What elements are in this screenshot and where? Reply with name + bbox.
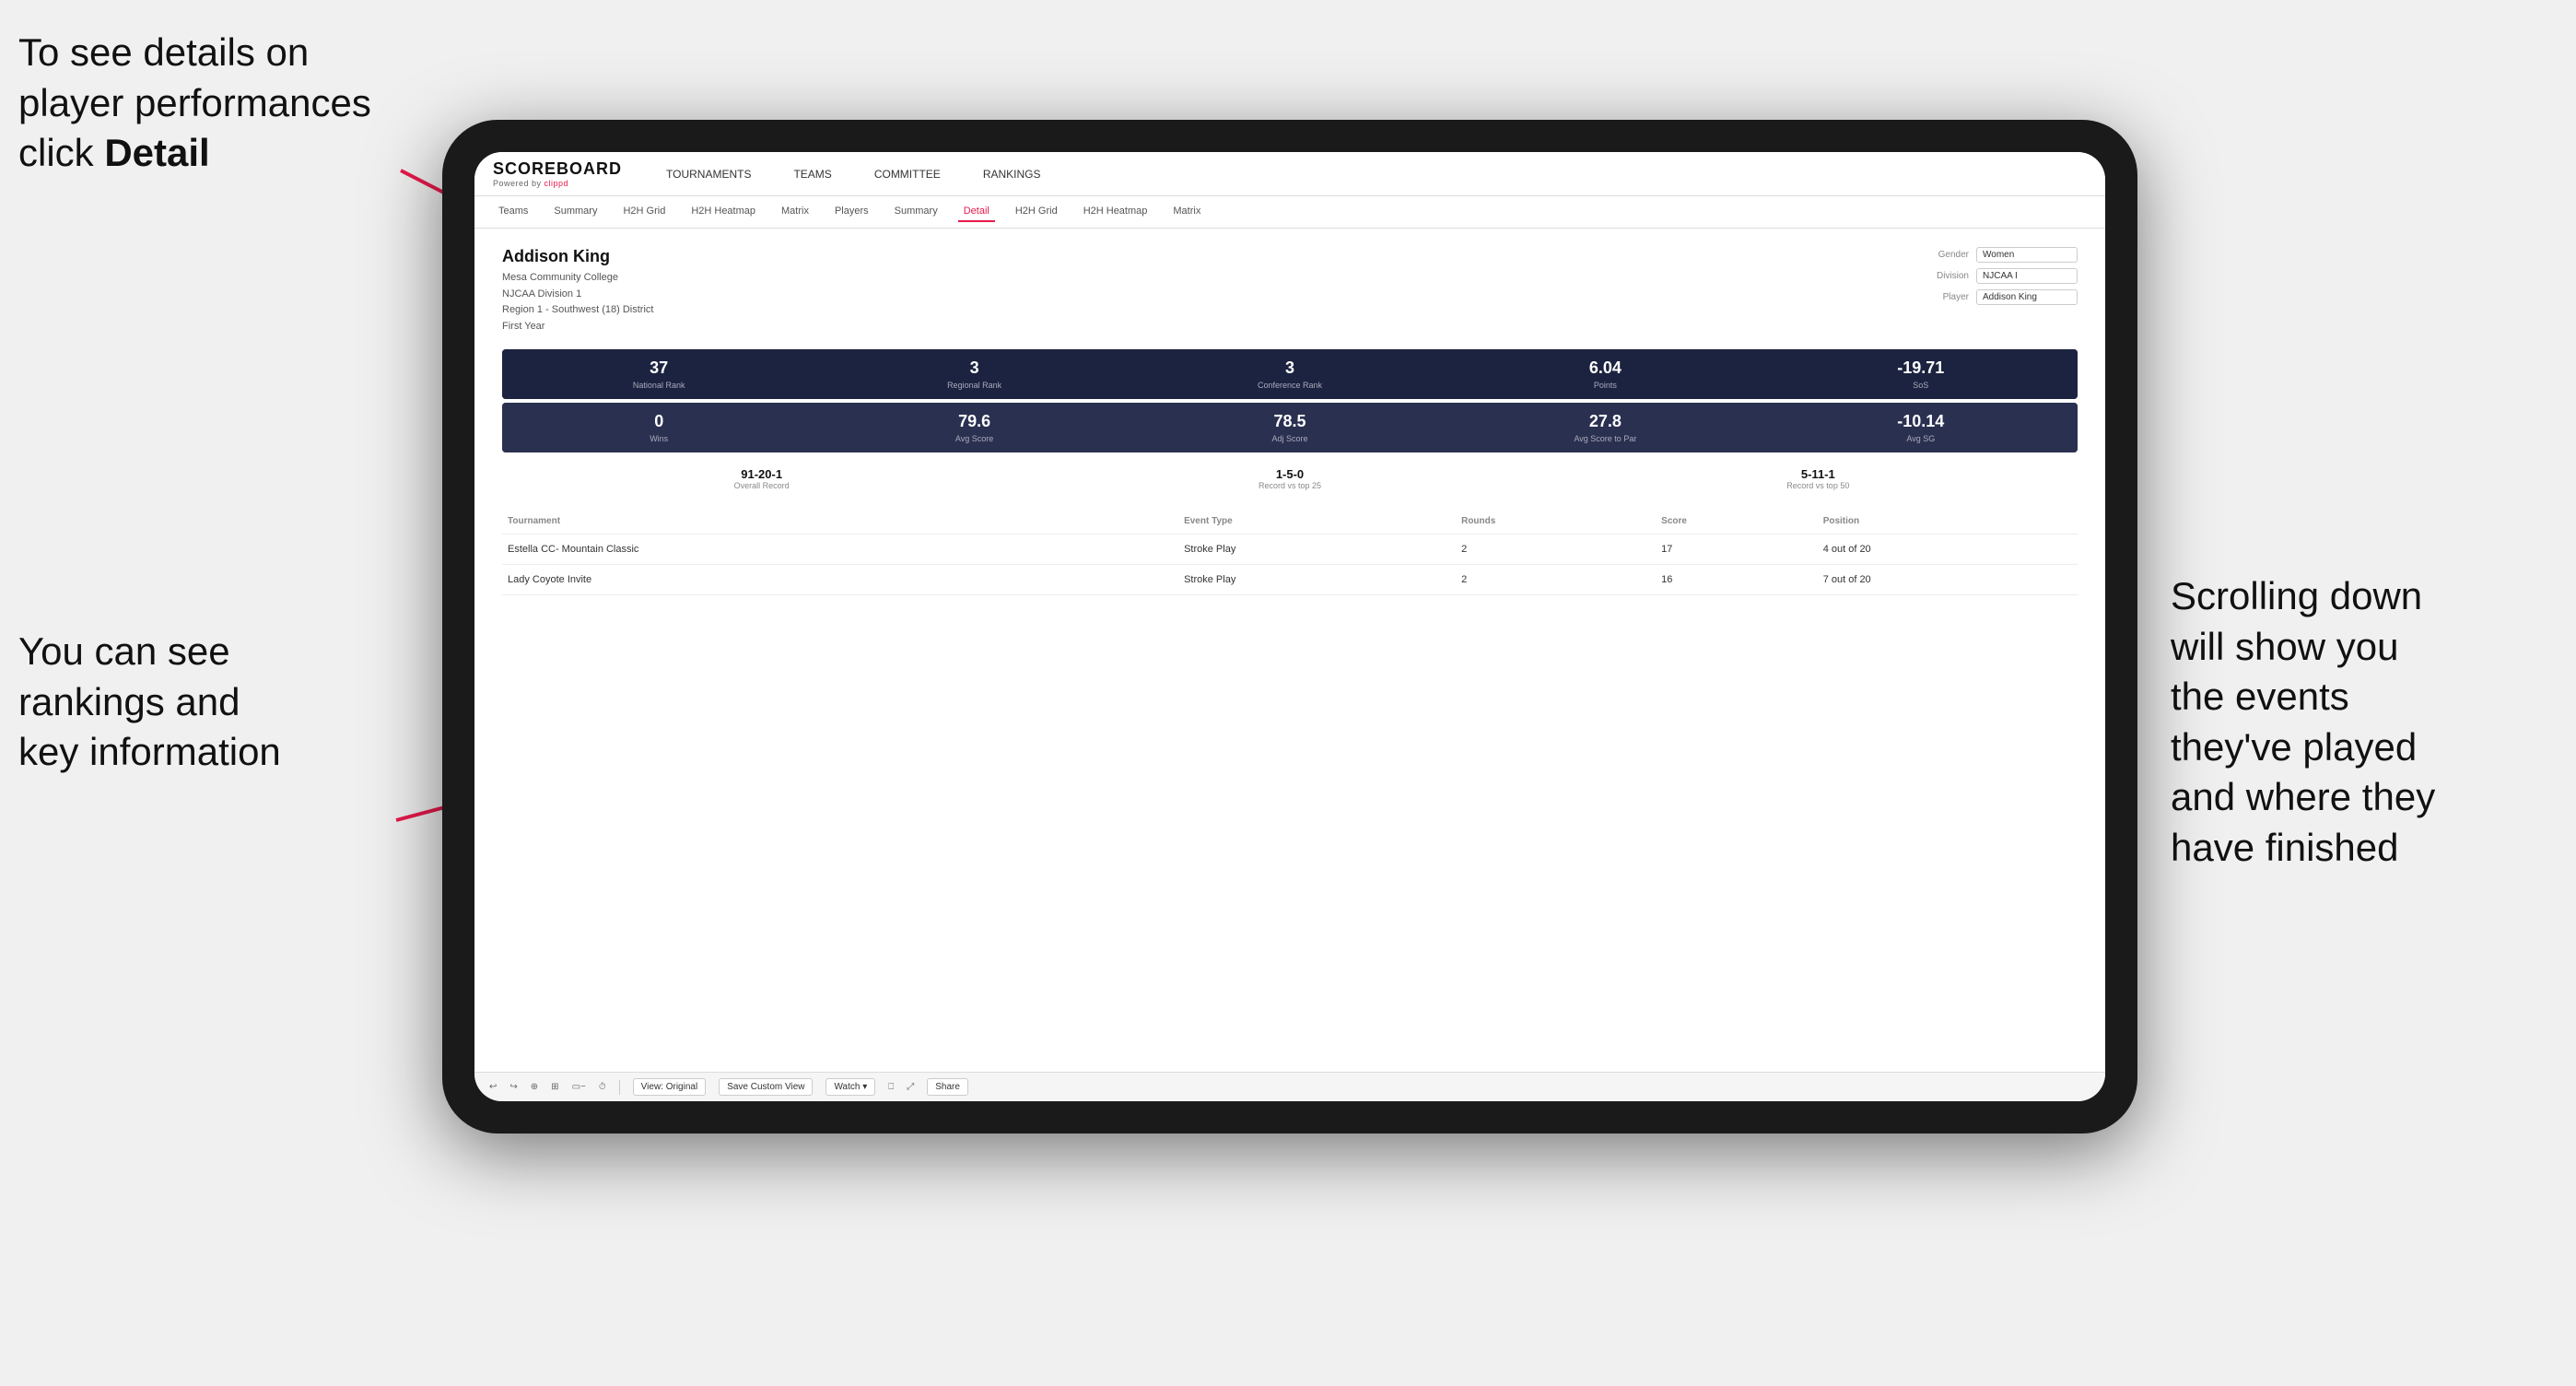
toolbar-icon-4[interactable]: ⏱ bbox=[599, 1082, 606, 1092]
nav-rankings[interactable]: RANKINGS bbox=[976, 164, 1048, 184]
subnav-h2h-grid[interactable]: H2H Grid bbox=[617, 202, 671, 222]
division-select[interactable]: NJCAA I bbox=[1976, 268, 2078, 284]
nav-committee[interactable]: COMMITTEE bbox=[867, 164, 948, 184]
nav-tournaments[interactable]: TOURNAMENTS bbox=[659, 164, 758, 184]
player-select[interactable]: Addison King bbox=[1976, 289, 2078, 305]
col-spacer bbox=[1130, 509, 1178, 534]
tournament-table: Tournament Event Type Rounds Score Posit… bbox=[502, 509, 2078, 595]
save-custom-view-button[interactable]: Save Custom View bbox=[719, 1078, 813, 1096]
col-rounds: Rounds bbox=[1456, 509, 1656, 534]
subnav-players[interactable]: Players bbox=[829, 202, 874, 222]
player-region: Region 1 - Southwest (18) District bbox=[502, 302, 653, 319]
record-top25: 1-5-0 Record vs top 25 bbox=[1030, 467, 1549, 490]
watch-button[interactable]: Watch ▾ bbox=[825, 1078, 875, 1096]
annotation-top-left: To see details on player performances cl… bbox=[18, 28, 405, 179]
stat-avg-score-par: 27.8 Avg Score to Par bbox=[1448, 403, 1762, 452]
col-position: Position bbox=[1818, 509, 2078, 534]
view-original-button[interactable]: View: Original bbox=[633, 1078, 707, 1096]
toolbar-icon-3[interactable]: ▭− bbox=[572, 1082, 586, 1092]
toolbar-expand-icon[interactable]: ⤢ bbox=[907, 1082, 914, 1092]
app-header: SCOREBOARD Powered by clippd TOURNAMENTS… bbox=[474, 152, 2105, 196]
nav-teams[interactable]: TEAMS bbox=[786, 164, 838, 184]
stat-avg-score: 79.6 Avg Score bbox=[817, 403, 1130, 452]
annotation-right: Scrolling down will show you the events … bbox=[2171, 571, 2558, 874]
stats-row-2: 0 Wins 79.6 Avg Score 78.5 Adj Score 27.… bbox=[502, 403, 2078, 452]
gender-label: Gender bbox=[1918, 250, 1969, 260]
stat-avg-sg: -10.14 Avg SG bbox=[1764, 403, 2078, 452]
division-label: Division bbox=[1918, 271, 1969, 281]
subnav-h2h-grid2[interactable]: H2H Grid bbox=[1010, 202, 1063, 222]
player-division: NJCAA Division 1 bbox=[502, 287, 653, 303]
score-2: 16 bbox=[1656, 565, 1818, 595]
col-event-type: Event Type bbox=[1178, 509, 1456, 534]
tournament-name-1: Estella CC- Mountain Classic bbox=[502, 534, 1130, 565]
stat-adj-score: 78.5 Adj Score bbox=[1133, 403, 1446, 452]
position-2: 7 out of 20 bbox=[1818, 565, 2078, 595]
main-content: Addison King Mesa Community College NJCA… bbox=[474, 229, 2105, 1072]
score-1: 17 bbox=[1656, 534, 1818, 565]
record-top50: 5-11-1 Record vs top 50 bbox=[1559, 467, 2078, 490]
toolbar-undo-icon[interactable]: ↩ bbox=[489, 1082, 497, 1092]
stat-regional-rank: 3 Regional Rank bbox=[817, 349, 1130, 399]
event-type-2: Stroke Play bbox=[1178, 565, 1456, 595]
subnav-summary2[interactable]: Summary bbox=[889, 202, 943, 222]
col-score: Score bbox=[1656, 509, 1818, 534]
toolbar-icon-1[interactable]: ⊕ bbox=[531, 1082, 538, 1092]
player-info: Addison King Mesa Community College NJCA… bbox=[502, 247, 653, 335]
stat-sos: -19.71 SoS bbox=[1764, 349, 2078, 399]
subnav-summary[interactable]: Summary bbox=[548, 202, 603, 222]
stat-national-rank: 37 National Rank bbox=[502, 349, 815, 399]
stat-wins: 0 Wins bbox=[502, 403, 815, 452]
gender-control: Gender Women bbox=[1918, 247, 2078, 263]
toolbar-separator bbox=[619, 1080, 620, 1095]
table-row: Estella CC- Mountain Classic Stroke Play… bbox=[502, 534, 2078, 565]
col-tournament: Tournament bbox=[502, 509, 1130, 534]
division-control: Division NJCAA I bbox=[1918, 268, 2078, 284]
logo-subtitle: Powered by clippd bbox=[493, 179, 622, 188]
record-overall: 91-20-1 Overall Record bbox=[502, 467, 1021, 490]
tournament-name-2: Lady Coyote Invite bbox=[502, 565, 1130, 595]
tablet-screen: SCOREBOARD Powered by clippd TOURNAMENTS… bbox=[474, 152, 2105, 1101]
player-college: Mesa Community College bbox=[502, 270, 653, 287]
toolbar-screen-icon[interactable]: ⎕ bbox=[888, 1082, 894, 1092]
position-1: 4 out of 20 bbox=[1818, 534, 2078, 565]
stats-row-1: 37 National Rank 3 Regional Rank 3 Confe… bbox=[502, 349, 2078, 399]
bottom-toolbar: ↩ ↪ ⊕ ⊞ ▭− ⏱ View: Original Save Custom … bbox=[474, 1072, 2105, 1101]
gender-select[interactable]: Women bbox=[1976, 247, 2078, 263]
player-name: Addison King bbox=[502, 247, 653, 266]
subnav-h2h-heatmap2[interactable]: H2H Heatmap bbox=[1078, 202, 1153, 222]
subnav-matrix2[interactable]: Matrix bbox=[1167, 202, 1206, 222]
scoreboard-logo: SCOREBOARD Powered by clippd bbox=[493, 159, 622, 188]
player-year: First Year bbox=[502, 319, 653, 335]
player-controls: Gender Women Division NJCAA I Player bbox=[1918, 247, 2078, 335]
player-label: Player bbox=[1918, 292, 1969, 302]
stat-conference-rank: 3 Conference Rank bbox=[1133, 349, 1446, 399]
rounds-1: 2 bbox=[1456, 534, 1656, 565]
subnav-matrix[interactable]: Matrix bbox=[776, 202, 814, 222]
subnav-detail[interactable]: Detail bbox=[958, 202, 995, 222]
table-row: Lady Coyote Invite Stroke Play 2 16 7 ou… bbox=[502, 565, 2078, 595]
player-control: Player Addison King bbox=[1918, 289, 2078, 305]
toolbar-redo-icon[interactable]: ↪ bbox=[509, 1082, 517, 1092]
subnav-h2h-heatmap[interactable]: H2H Heatmap bbox=[685, 202, 761, 222]
records-row: 91-20-1 Overall Record 1-5-0 Record vs t… bbox=[502, 467, 2078, 490]
share-button[interactable]: Share bbox=[927, 1078, 968, 1096]
subnav-teams[interactable]: Teams bbox=[493, 202, 533, 222]
annotation-bottom-left: You can see rankings and key information bbox=[18, 627, 369, 778]
player-header: Addison King Mesa Community College NJCA… bbox=[502, 247, 2078, 335]
event-type-1: Stroke Play bbox=[1178, 534, 1456, 565]
toolbar-icon-2[interactable]: ⊞ bbox=[551, 1082, 558, 1092]
sub-nav: Teams Summary H2H Grid H2H Heatmap Matri… bbox=[474, 196, 2105, 229]
tablet-device: SCOREBOARD Powered by clippd TOURNAMENTS… bbox=[442, 120, 2137, 1133]
rounds-2: 2 bbox=[1456, 565, 1656, 595]
stat-points: 6.04 Points bbox=[1448, 349, 1762, 399]
logo-title: SCOREBOARD bbox=[493, 159, 622, 179]
